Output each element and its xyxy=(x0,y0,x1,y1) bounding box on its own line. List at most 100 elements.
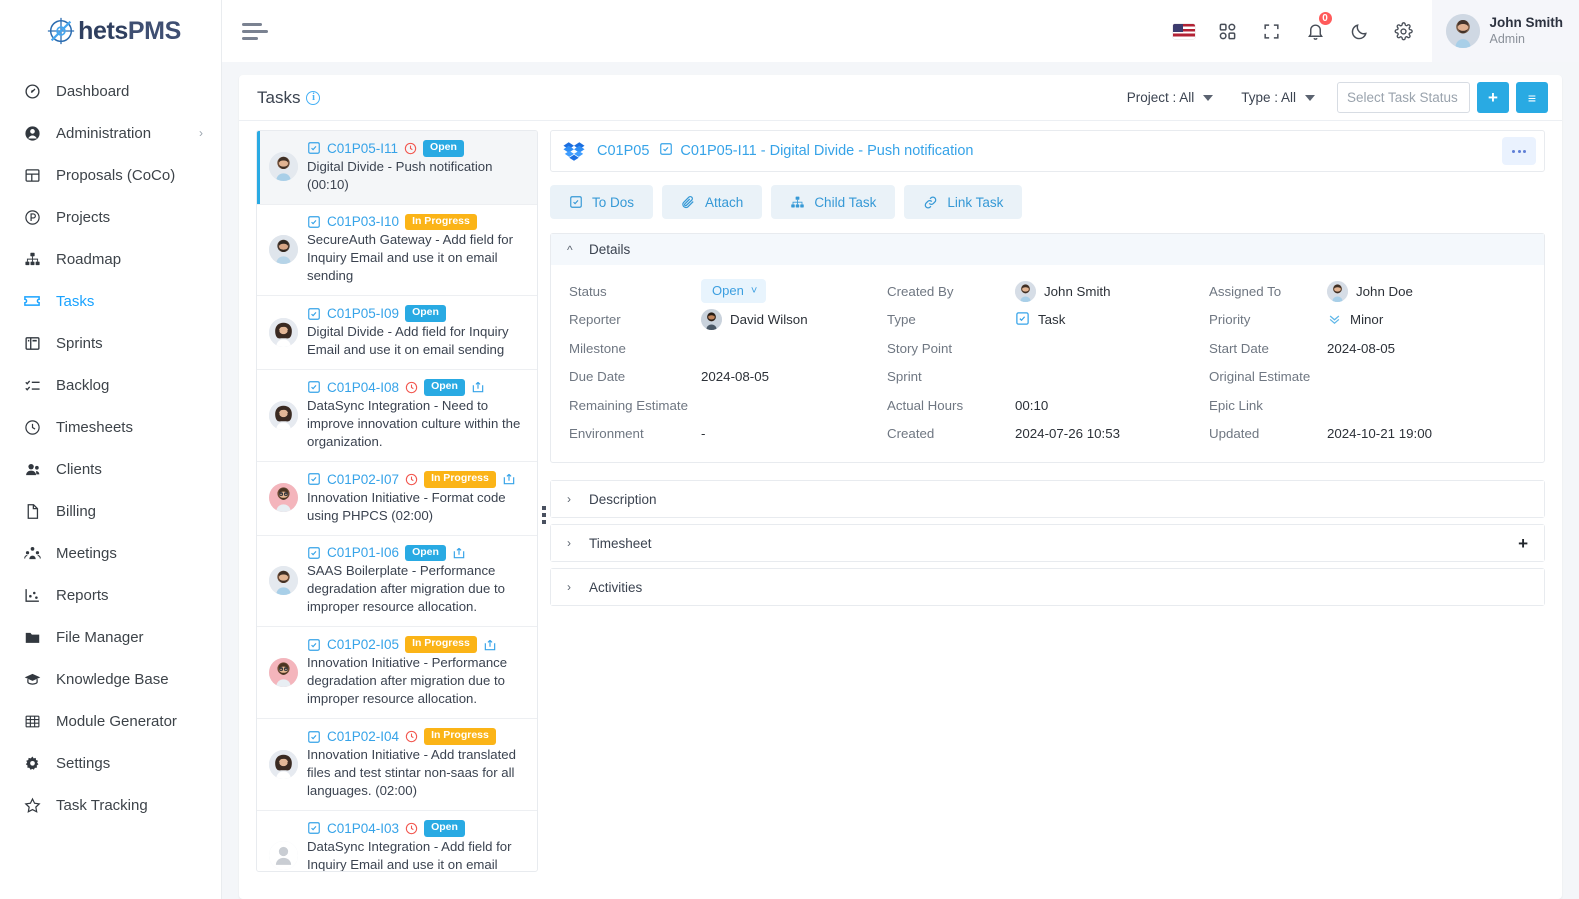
sidebar-item-projects[interactable]: Projects xyxy=(0,196,221,238)
field-value-assigned-to: John Doe xyxy=(1327,277,1544,306)
sidebar-item-settings[interactable]: Settings xyxy=(0,742,221,784)
tab-link-task[interactable]: Link Task xyxy=(904,185,1023,219)
timesheet-panel: › Timesheet + xyxy=(550,524,1545,562)
brand-logo[interactable]: hetsPMS xyxy=(0,0,221,62)
more-options-icon[interactable] xyxy=(1502,137,1536,165)
export-icon[interactable] xyxy=(471,380,485,394)
tab-child-task[interactable]: Child Task xyxy=(771,185,896,219)
task-list-item[interactable]: C01P03-I10 In Progress SecureAuth Gatewa… xyxy=(257,205,537,297)
task-key[interactable]: C01P05-I11 xyxy=(327,141,398,156)
export-icon[interactable] xyxy=(502,472,516,486)
add-task-button[interactable]: + xyxy=(1477,82,1509,113)
clock-icon xyxy=(22,417,42,437)
info-icon[interactable]: i xyxy=(306,90,321,105)
task-key[interactable]: C01P04-I03 xyxy=(327,821,399,836)
task-list-item[interactable]: C01P02-I07 In Progress Innovation Initia… xyxy=(257,462,537,536)
task-title: Digital Divide - Push notification (00:1… xyxy=(307,158,493,192)
sidebar-item-meetings[interactable]: Meetings xyxy=(0,532,221,574)
user-profile-menu[interactable]: John Smith Admin xyxy=(1431,0,1579,62)
task-status-input[interactable] xyxy=(1337,82,1470,113)
people-group-icon xyxy=(22,543,42,563)
task-type-icon xyxy=(307,141,321,155)
activities-panel-header[interactable]: › Activities xyxy=(551,569,1544,605)
task-key[interactable]: C01P02-I04 xyxy=(327,729,399,744)
task-list-item[interactable]: C01P05-I11 Open Digital Divide - Push no… xyxy=(257,131,537,205)
sidebar-item-clients[interactable]: Clients xyxy=(0,448,221,490)
tab-attach[interactable]: Attach xyxy=(662,185,763,219)
task-type-icon xyxy=(1015,311,1030,329)
sidebar-item-administration[interactable]: Administration › xyxy=(0,112,221,154)
task-list-item[interactable]: C01P02-I04 In Progress Innovation Initia… xyxy=(257,719,537,812)
type-filter[interactable]: Type : All xyxy=(1227,90,1329,105)
task-key[interactable]: C01P01-I06 xyxy=(327,545,399,560)
sidebar-item-file-manager[interactable]: File Manager xyxy=(0,616,221,658)
task-list-item[interactable]: C01P04-I08 Open DataSync Integration - N… xyxy=(257,370,537,462)
tab-to-dos[interactable]: To Dos xyxy=(550,185,654,219)
status-dropdown[interactable]: Open ˅ xyxy=(701,279,767,304)
task-key[interactable]: C01P02-I05 xyxy=(327,637,399,652)
task-title: SAAS Boilerplate - Performance degradati… xyxy=(307,563,505,615)
sidebar-item-dashboard[interactable]: Dashboard xyxy=(0,70,221,112)
sidebar-item-module-generator[interactable]: Module Generator xyxy=(0,700,221,742)
project-key-link[interactable]: C01P05 xyxy=(597,143,649,159)
task-list-item[interactable]: C01P05-I09 Open Digital Divide - Add fie… xyxy=(257,296,537,371)
task-key[interactable]: C01P03-I10 xyxy=(327,214,399,229)
task-key[interactable]: C01P04-I08 xyxy=(327,380,399,395)
fullscreen-icon[interactable] xyxy=(1250,0,1294,62)
sidebar-item-tasks[interactable]: Tasks xyxy=(0,280,221,322)
field-label: Due Date xyxy=(569,369,626,385)
sidebar-item-task-tracking[interactable]: Task Tracking xyxy=(0,784,221,826)
description-panel-header[interactable]: › Description xyxy=(551,481,1544,517)
tasks-card: Tasks i Project : All Type : All Select … xyxy=(239,75,1562,899)
gear-icon[interactable] xyxy=(1382,0,1426,62)
list-options-button[interactable]: ≡ xyxy=(1516,82,1548,113)
task-key[interactable]: C01P02-I07 xyxy=(327,472,399,487)
activities-panel: › Activities xyxy=(550,568,1545,606)
tab-label: Attach xyxy=(705,194,744,210)
sidebar-item-knowledge-base[interactable]: Knowledge Base xyxy=(0,658,221,700)
field-value-type: Task xyxy=(1015,306,1209,335)
menu-collapse-icon[interactable] xyxy=(242,22,272,40)
sidebar-label: File Manager xyxy=(56,628,144,646)
field-value-created: 2024-07-26 10:53 xyxy=(1015,426,1120,442)
field-label: Epic Link xyxy=(1209,397,1263,413)
task-list-item[interactable]: C01P02-I05 In Progress Innovation Initia… xyxy=(257,627,537,720)
export-icon[interactable] xyxy=(483,638,497,652)
sidebar-item-reports[interactable]: Reports xyxy=(0,574,221,616)
tab-label: To Dos xyxy=(592,194,635,210)
breadcrumb-text: C01P05-I11 - Digital Divide - Push notif… xyxy=(680,143,974,159)
breadcrumb[interactable]: C01P05-I11 - Digital Divide - Push notif… xyxy=(659,142,974,160)
field-label: Assigned To xyxy=(1209,283,1282,299)
panel-resize-handle[interactable] xyxy=(538,130,550,899)
sidebar-item-proposals[interactable]: Proposals (CoCo) xyxy=(0,154,221,196)
task-item-meta: C01P01-I06 Open xyxy=(307,544,527,562)
timesheet-panel-header[interactable]: › Timesheet + xyxy=(551,525,1544,561)
sidebar-item-roadmap[interactable]: Roadmap xyxy=(0,238,221,280)
apps-grid-icon[interactable] xyxy=(1206,0,1250,62)
sidebar-item-billing[interactable]: Billing xyxy=(0,490,221,532)
star-icon xyxy=(22,795,42,815)
add-timesheet-button[interactable]: + xyxy=(1518,535,1528,552)
field-value-story-point xyxy=(1015,334,1209,363)
sidebar-item-sprints[interactable]: Sprints xyxy=(0,322,221,364)
description-panel: › Description xyxy=(550,480,1545,518)
brand-name-part2: PMS xyxy=(127,16,181,45)
project-filter[interactable]: Project : All xyxy=(1113,90,1228,105)
sidebar-item-backlog[interactable]: Backlog xyxy=(0,364,221,406)
flag-us-icon[interactable] xyxy=(1162,0,1206,62)
task-item-body: C01P01-I06 Open SAAS Boilerplate - Perfo… xyxy=(307,544,527,617)
task-action-tabs: To Dos Attach Child Task Link Task xyxy=(550,185,1545,219)
details-panel-title: Details xyxy=(589,242,631,257)
sidebar-item-timesheets[interactable]: Timesheets xyxy=(0,406,221,448)
user-role: Admin xyxy=(1489,31,1525,46)
moon-icon[interactable] xyxy=(1338,0,1382,62)
details-panel-header[interactable]: ^ Details xyxy=(551,234,1544,265)
grid-table-icon xyxy=(22,711,42,731)
field-label: Status xyxy=(569,283,607,299)
task-list-item[interactable]: C01P01-I06 Open SAAS Boilerplate - Perfo… xyxy=(257,536,537,628)
priority-minor-icon xyxy=(1327,311,1342,329)
bell-icon[interactable]: 0 xyxy=(1294,0,1338,62)
export-icon[interactable] xyxy=(452,546,466,560)
task-key[interactable]: C01P05-I09 xyxy=(327,306,399,321)
task-list-item[interactable]: C01P04-I03 Open DataSync Integration - A… xyxy=(257,811,537,871)
